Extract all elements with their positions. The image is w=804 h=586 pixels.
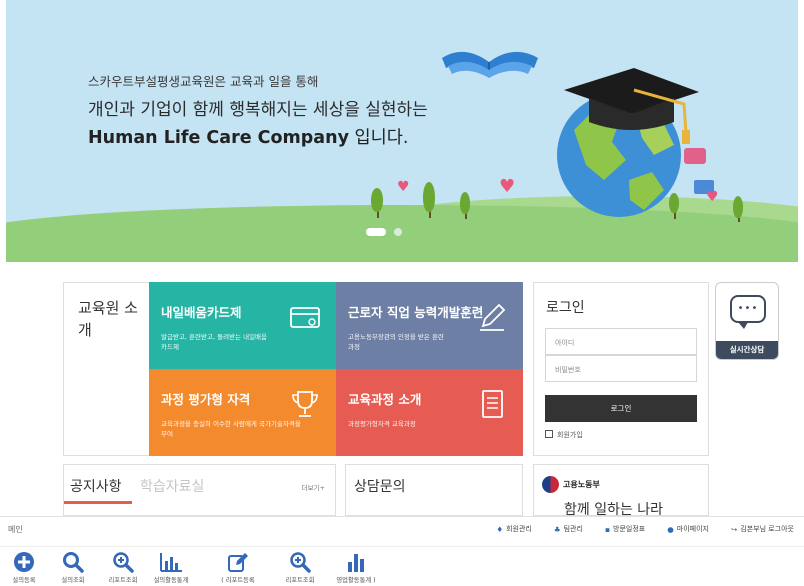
globe-illustration [557,68,714,217]
tile-desc: 과정평가형자격 교육과정 [348,420,416,428]
plus-circle-icon [14,552,34,572]
link-label: 김본부님 로그아웃 [740,525,794,533]
trophy-icon [292,391,318,417]
edit-icon [228,553,248,572]
ministry-slogan: 함께 일하는 나라 [564,502,664,516]
link-label: 마이페이지 [676,525,709,533]
card-icon [290,307,320,328]
app-bar: 메인 ♦ 회원관리 ♣ 팀관리 ▪ 방문일정표 ● 마이페이지 ↪ 김본부님 로그아웃 설… [0,516,804,586]
tool-label: ( 리포트등록 [221,577,255,584]
tile-vocational-training[interactable]: 근로자 직업 능력개발훈련 고용노동부장관의 인정을 받은 훈련과정 [336,282,523,369]
intro-label: 교육원 소개 [78,299,138,339]
hero-banner: ♥ ♥ ♥ 스카우트부설평생교육원은 교육과 일을 통해 개인과 기업이 함께 … [6,0,798,262]
book-icon [442,51,538,78]
signup-link[interactable]: 회원가입 [545,430,583,440]
link-label: 회원관리 [506,525,532,533]
consult-title: 상담문의 [354,479,406,495]
tile-title: 교육과정 소개 [348,392,422,407]
team-icon: ♣ [553,524,561,534]
signup-icon [545,430,553,438]
breadcrumb: 메인 [8,525,23,534]
tool-label: 설의활동통계 [153,577,189,584]
tool-survey-stats[interactable]: 설의활동통계 [141,551,201,584]
link-label: 방문일정표 [613,525,646,533]
tab-materials[interactable]: 학습자료실 [140,476,204,496]
hero-subtitle: 스카우트부설평생교육원은 교육과 일을 통해 [88,74,319,89]
chat-label: 실시간상담 [716,341,778,359]
hero-tagline: Human Life Care Company 입니다. [88,124,408,149]
heart-icon: ♥ [499,176,516,197]
tile-desc: 교육과정을 충실히 이수한 사람에게 국가기술자격을 부여 [161,420,301,438]
tool-sales-stats[interactable]: 영업활동통계 ) [326,551,386,584]
tile-learning-card[interactable]: 내일배움카드제 발급받고, 훈련받고, 돌려받는 내일배움카드제 [149,282,336,369]
bar-chart-icon [160,553,182,572]
chat-bubble-icon: ••• [730,295,766,329]
link-label: 팀관리 [563,525,583,533]
live-chat-button[interactable]: ••• 실시간상담 [715,282,779,360]
tile-title: 근로자 직업 능력개발훈련 [348,305,484,320]
document-icon [482,390,503,418]
hero-tagline-rest: 입니다. [348,128,409,148]
search-icon [63,552,84,573]
signup-label: 회원가입 [557,431,583,439]
link-logout[interactable]: ↪ 김본부님 로그아웃 [731,524,794,534]
notice-panel: 공지사항 학습자료실 더보기+ [63,464,336,516]
intro-box[interactable]: 교육원 소개 [63,282,149,456]
tool-label: 리포트조회 [285,577,315,584]
slide-dot-1[interactable] [366,228,386,236]
toolbar: 설의등록 설의조회 리포트조회 설의활동통계 ( 리포트등록 리포트조회 영업활… [0,546,804,586]
stats-icon [348,554,364,572]
tool-report-register[interactable]: ( 리포트등록 [208,551,268,584]
slide-dot-2[interactable] [394,228,402,236]
login-button[interactable]: 로그인 [545,395,697,422]
login-title: 로그인 [546,300,585,316]
username-input[interactable]: 아이디 [545,328,697,355]
tile-title: 과정 평가형 자격 [161,392,251,407]
tree-icon [371,188,383,212]
heart-icon: ♥ [706,189,719,205]
person-icon: ● [667,524,674,534]
ministry-banner[interactable]: 고용노동부 함께 일하는 나라 [533,464,709,516]
consult-panel: 상담문의 [345,464,523,516]
login-panel: 로그인 아이디 비밀번호 로그인 회원가입 [533,282,709,456]
tree-icon [460,192,470,214]
hero-company-name: Human Life Care Company [88,128,349,148]
link-team-manage[interactable]: ♣ 팀관리 [554,524,583,534]
calendar-icon: ▪ [604,524,610,534]
active-tab-indicator [64,501,132,504]
tab-notice[interactable]: 공지사항 [70,476,122,496]
tree-icon [423,182,435,212]
tile-course-qualification[interactable]: 과정 평가형 자격 교육과정을 충실히 이수한 사람에게 국가기술자격을 부여 [149,369,336,456]
ministry-logo-icon [542,476,559,493]
pen-icon [480,303,506,331]
link-visit-schedule[interactable]: ▪ 방문일정표 [605,524,645,534]
tree-icon [669,193,679,213]
tile-course-intro[interactable]: 교육과정 소개 과정평가형자격 교육과정 [336,369,523,456]
zoom-in-icon [113,552,134,573]
tool-report-search-2[interactable]: 리포트조회 [270,551,330,584]
tree-icon [733,196,743,218]
tile-desc: 고용노동부장관의 인정을 받은 훈련과정 [348,333,444,351]
user-manage-icon: ♦ [496,524,504,534]
tool-label: 영업활동통계 ) [336,577,376,584]
heart-icon: ♥ [397,179,410,195]
slide-indicator [366,228,402,236]
logout-icon: ↪ [730,524,738,534]
link-member-manage[interactable]: ♦ 회원관리 [496,524,532,534]
more-link[interactable]: 더보기+ [302,482,325,492]
top-links: ♦ 회원관리 ♣ 팀관리 ▪ 방문일정표 ● 마이페이지 ↪ 김본부님 로그아웃 [496,524,794,534]
zoom-in-icon [290,552,311,573]
tile-desc: 발급받고, 훈련받고, 돌려받는 내일배움카드제 [161,333,268,351]
ministry-name: 고용노동부 [563,480,600,489]
password-input[interactable]: 비밀번호 [545,355,697,382]
link-mypage[interactable]: ● 마이페이지 [667,524,709,534]
tile-title: 내일배움카드제 [161,305,242,320]
hero-headline: 개인과 기업이 함께 행복해지는 세상을 실현하는 [88,100,428,120]
